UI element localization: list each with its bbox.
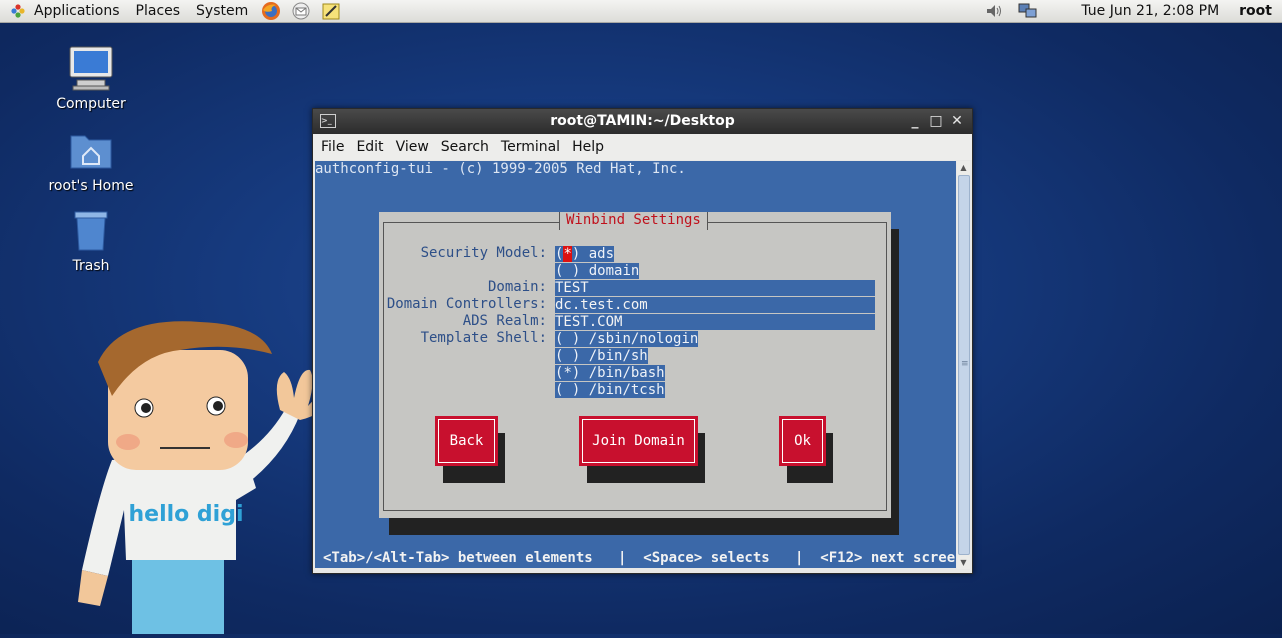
desktop-icon-label: root's Home [48,178,134,194]
grip-icon: ≡ [961,359,969,369]
scroll-down-icon[interactable]: ▼ [957,556,970,569]
trash-icon [67,206,115,254]
gnome-foot-icon[interactable] [10,3,26,19]
dialog-title: Winbind Settings [559,212,708,230]
notes-icon[interactable] [319,1,343,21]
terminal-screen[interactable]: authconfig-tui - (c) 1999-2005 Red Hat, … [315,161,956,568]
key-hint-line: <Tab>/<Alt-Tab> between elements | <Spac… [323,550,956,566]
shell-option-nologin[interactable]: ( ) /sbin/nologin [555,331,699,347]
security-option-ads[interactable]: (*) ads [555,246,615,262]
user-switcher[interactable]: root [1239,3,1272,19]
template-shell-label: Template Shell: [420,330,547,346]
maximize-button[interactable]: □ [926,109,946,134]
menu-places[interactable]: Places [128,0,189,22]
shell-option-sh[interactable]: ( ) /bin/sh [555,348,648,364]
menu-system[interactable]: System [188,0,256,22]
ads-realm-label: ADS Realm: [462,313,547,329]
desktop-icon-label: Computer [56,96,126,112]
firefox-icon[interactable] [259,1,283,21]
top-panel: Applications Places System Tue Jun 21, 2… [0,0,1282,23]
radio-cursor: * [563,246,572,262]
ok-button-label: Ok [794,433,811,449]
ads-realm-input[interactable]: TEST.COM [555,314,875,330]
join-domain-button[interactable]: Join Domain [579,416,698,466]
header-line: authconfig-tui - (c) 1999-2005 Red Hat, … [315,161,686,177]
volume-icon[interactable] [983,1,1005,21]
join-domain-button-label: Join Domain [592,433,685,449]
desktop-home[interactable]: root's Home [36,126,146,194]
desktop-computer[interactable]: Computer [36,44,146,112]
winbind-dialog: Winbind Settings Security Model: (*) ads… [379,212,891,518]
home-folder-icon [67,126,115,174]
terminal-menubar: File Edit View Search Terminal Help [313,134,972,160]
menu-search[interactable]: Search [435,139,495,155]
vertical-scrollbar[interactable]: ▲ ≡ ▼ [957,161,970,569]
ok-button[interactable]: Ok [779,416,826,466]
terminal-window: >_ root@TAMIN:~/Desktop _ □ ✕ File Edit … [312,108,973,574]
panel-tray: Tue Jun 21, 2:08 PM root [977,0,1282,22]
mascot-shirt-text: hello digi [128,502,244,527]
security-model-label: Security Model: [420,245,547,261]
window-titlebar[interactable]: >_ root@TAMIN:~/Desktop _ □ ✕ [313,109,972,134]
menu-applications[interactable]: Applications [26,0,128,22]
back-button-label: Back [449,433,484,449]
menu-file[interactable]: File [315,139,350,155]
security-option-domain[interactable]: ( ) domain [555,263,640,279]
desktop-icon-label: Trash [72,258,110,274]
domain-input[interactable]: TEST [555,280,875,296]
domain-controllers-input[interactable]: dc.test.com [555,297,875,313]
terminal-icon: >_ [320,114,336,128]
close-button[interactable]: ✕ [947,109,967,134]
shell-option-tcsh[interactable]: ( ) /bin/tcsh [555,382,665,398]
menu-help[interactable]: Help [566,139,610,155]
menu-view[interactable]: View [390,139,435,155]
mail-icon[interactable] [289,1,313,21]
network-icon[interactable] [1017,1,1039,21]
clock[interactable]: Tue Jun 21, 2:08 PM [1081,3,1219,19]
computer-icon [67,44,115,92]
domain-controllers-label: Domain Controllers: [386,296,547,312]
shell-option-bash[interactable]: (*) /bin/bash [555,365,665,381]
desktop-trash[interactable]: Trash [36,206,146,274]
window-title: root@TAMIN:~/Desktop [550,113,735,129]
menu-terminal[interactable]: Terminal [495,139,566,155]
scroll-up-icon[interactable]: ▲ [957,161,970,174]
back-button[interactable]: Back [435,416,498,466]
minimize-button[interactable]: _ [905,109,925,134]
scrollbar-thumb[interactable]: ≡ [958,175,970,555]
menu-edit[interactable]: Edit [350,139,389,155]
domain-label: Domain: [487,279,547,295]
